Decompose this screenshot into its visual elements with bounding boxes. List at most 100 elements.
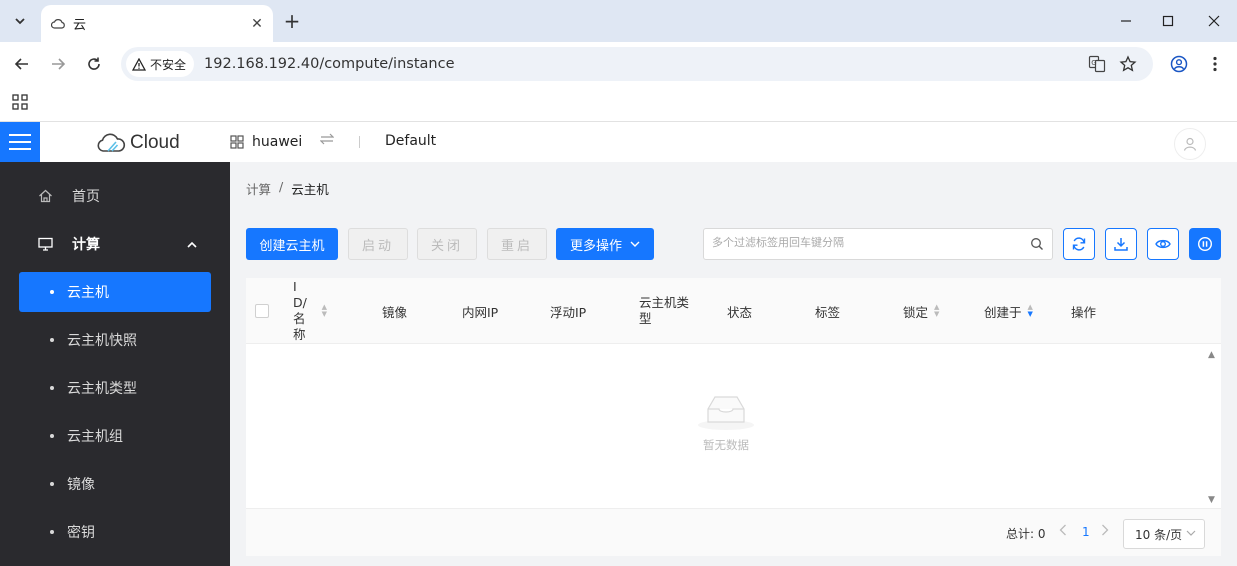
minimize-icon[interactable]: [1112, 8, 1140, 34]
app-header: Cloud huawei Default: [0, 122, 1237, 162]
translate-icon[interactable]: G: [1085, 52, 1109, 76]
pagination-bar: 总计: 0 1 10 条/页: [246, 508, 1221, 556]
eye-icon: [1155, 239, 1171, 249]
bullet-dot-icon: [50, 434, 54, 438]
pause-refresh-button[interactable]: [1189, 228, 1221, 260]
start-button[interactable]: 启动: [348, 228, 408, 260]
sidebar-item-home[interactable]: 首页: [0, 176, 230, 216]
header-divider: [359, 136, 360, 148]
new-tab-button[interactable]: +: [280, 9, 304, 33]
column-label: 内网IP: [462, 304, 499, 320]
more-actions-label: 更多操作: [569, 238, 622, 254]
domain-name: Default: [385, 133, 437, 149]
search-input[interactable]: [712, 236, 1022, 249]
sidebar-item-keypairs[interactable]: 密钥: [19, 512, 211, 552]
security-label: 不安全: [150, 57, 187, 72]
chevron-down-icon: [630, 239, 640, 250]
browser-tab-active[interactable]: 云 ✕: [41, 5, 273, 42]
sort-icon-active[interactable]: ▲ ▼: [1028, 304, 1033, 318]
home-icon: [37, 188, 53, 204]
create-instance-button[interactable]: 创建云主机: [246, 228, 338, 260]
window-close-icon[interactable]: [1200, 8, 1228, 34]
project-name: huawei: [252, 134, 303, 150]
svg-text:G: G: [1091, 59, 1096, 67]
sidebar: 首页 计算 云主机云主机快照云主机类型云主机组镜像密钥: [0, 162, 230, 566]
empty-text: 暂无数据: [703, 438, 749, 452]
breadcrumb-parent[interactable]: 计算: [246, 179, 271, 198]
prev-page-icon[interactable]: [1059, 524, 1067, 540]
sidebar-item-label: 首页: [72, 189, 100, 205]
project-selector[interactable]: huawei: [230, 132, 302, 152]
refresh-button[interactable]: [1063, 228, 1095, 260]
address-bar[interactable]: 不安全 192.168.192.40/compute/instance G: [121, 47, 1153, 81]
column-tags: 标签: [815, 278, 840, 344]
forward-arrow-icon[interactable]: [45, 51, 71, 77]
column-id-name[interactable]: ID/名称 ▲ ▼: [293, 278, 327, 344]
warning-triangle-icon: [132, 57, 146, 71]
sidebar-item-flavors[interactable]: 云主机类型: [19, 368, 211, 408]
refresh-icon: [1072, 237, 1086, 251]
sidebar-item-label: 计算: [72, 237, 100, 253]
column-label: 操作: [1071, 304, 1097, 320]
bookmark-star-icon[interactable]: [1116, 52, 1140, 76]
table-body: ▲ 暂无数据 ▼: [246, 345, 1221, 508]
app-logo[interactable]: Cloud: [96, 130, 180, 156]
breadcrumb-current: 云主机: [291, 182, 329, 197]
switch-project-icon[interactable]: [319, 133, 335, 149]
browser-menu-icon[interactable]: [1202, 51, 1228, 77]
total-count: 总计: 0: [1006, 525, 1046, 542]
select-all-checkbox[interactable]: [255, 304, 269, 318]
sort-icon[interactable]: ▲ ▼: [322, 304, 327, 318]
apps-grid-icon[interactable]: [12, 94, 28, 110]
column-label: 状态: [727, 304, 753, 320]
browser-tabstrip: 云 ✕ +: [0, 0, 1237, 42]
restart-button[interactable]: 重启: [487, 228, 547, 260]
scroll-down-arrow-icon[interactable]: ▼: [1208, 495, 1215, 505]
column-label: 云主机类型: [639, 295, 690, 326]
column-actions: 操作: [1071, 278, 1096, 344]
column-locked[interactable]: 锁定 ▲ ▼: [903, 278, 939, 344]
column-label: 创建于: [984, 304, 1022, 320]
table-header: ID/名称 ▲ ▼ 镜像 内网IP 浮动IP 云主机类型 状态 标签 锁定 ▲ …: [246, 278, 1221, 344]
page-size-select[interactable]: 10 条/页: [1123, 519, 1205, 549]
search-icon[interactable]: [1030, 237, 1044, 251]
security-indicator[interactable]: 不安全: [126, 51, 195, 77]
sidebar-item-compute[interactable]: 计算: [0, 224, 230, 264]
hamburger-icon: [9, 134, 31, 136]
breadcrumb: 计算 / 云主机: [246, 179, 329, 198]
sidebar-item-label: 镜像: [67, 477, 95, 493]
column-created-at[interactable]: 创建于 ▲ ▼: [984, 278, 1033, 344]
reload-icon[interactable]: [81, 51, 107, 77]
menu-toggle-button[interactable]: [0, 122, 40, 162]
bullet-dot-icon: [50, 386, 54, 390]
next-page-icon[interactable]: [1101, 524, 1109, 540]
url-text[interactable]: 192.168.192.40/compute/instance: [204, 56, 454, 72]
empty-state: 暂无数据: [686, 389, 766, 453]
column-visibility-button[interactable]: [1147, 228, 1179, 260]
stop-button[interactable]: 关闭: [417, 228, 477, 260]
column-flavor: 云主机类型: [639, 278, 693, 344]
column-label: 镜像: [382, 304, 408, 320]
page-number-current[interactable]: 1: [1082, 525, 1090, 539]
sidebar-item-instances[interactable]: 云主机: [19, 272, 211, 312]
bullet-dot-icon: [50, 338, 54, 342]
sidebar-item-images[interactable]: 镜像: [19, 464, 211, 504]
column-label: ID/名称: [293, 279, 307, 342]
maximize-icon[interactable]: [1154, 8, 1182, 34]
sidebar-item-server-groups[interactable]: 云主机组: [19, 416, 211, 456]
download-button[interactable]: [1105, 228, 1137, 260]
profile-icon[interactable]: [1166, 51, 1192, 77]
scroll-up-arrow-icon[interactable]: ▲: [1208, 350, 1215, 360]
tab-close-icon[interactable]: ✕: [247, 14, 267, 34]
filter-search-box[interactable]: [703, 228, 1053, 260]
tab-search-button[interactable]: [8, 9, 32, 33]
sidebar-item-snapshots[interactable]: 云主机快照: [19, 320, 211, 360]
project-grid-icon: [230, 135, 244, 149]
user-avatar[interactable]: [1174, 128, 1206, 160]
chevron-down-icon: [15, 18, 25, 25]
column-floating-ip: 浮动IP: [550, 278, 586, 344]
back-arrow-icon[interactable]: [9, 51, 35, 77]
sort-icon[interactable]: ▲ ▼: [934, 304, 939, 318]
total-label: 总计:: [1006, 527, 1038, 541]
more-actions-button[interactable]: 更多操作: [556, 228, 654, 260]
